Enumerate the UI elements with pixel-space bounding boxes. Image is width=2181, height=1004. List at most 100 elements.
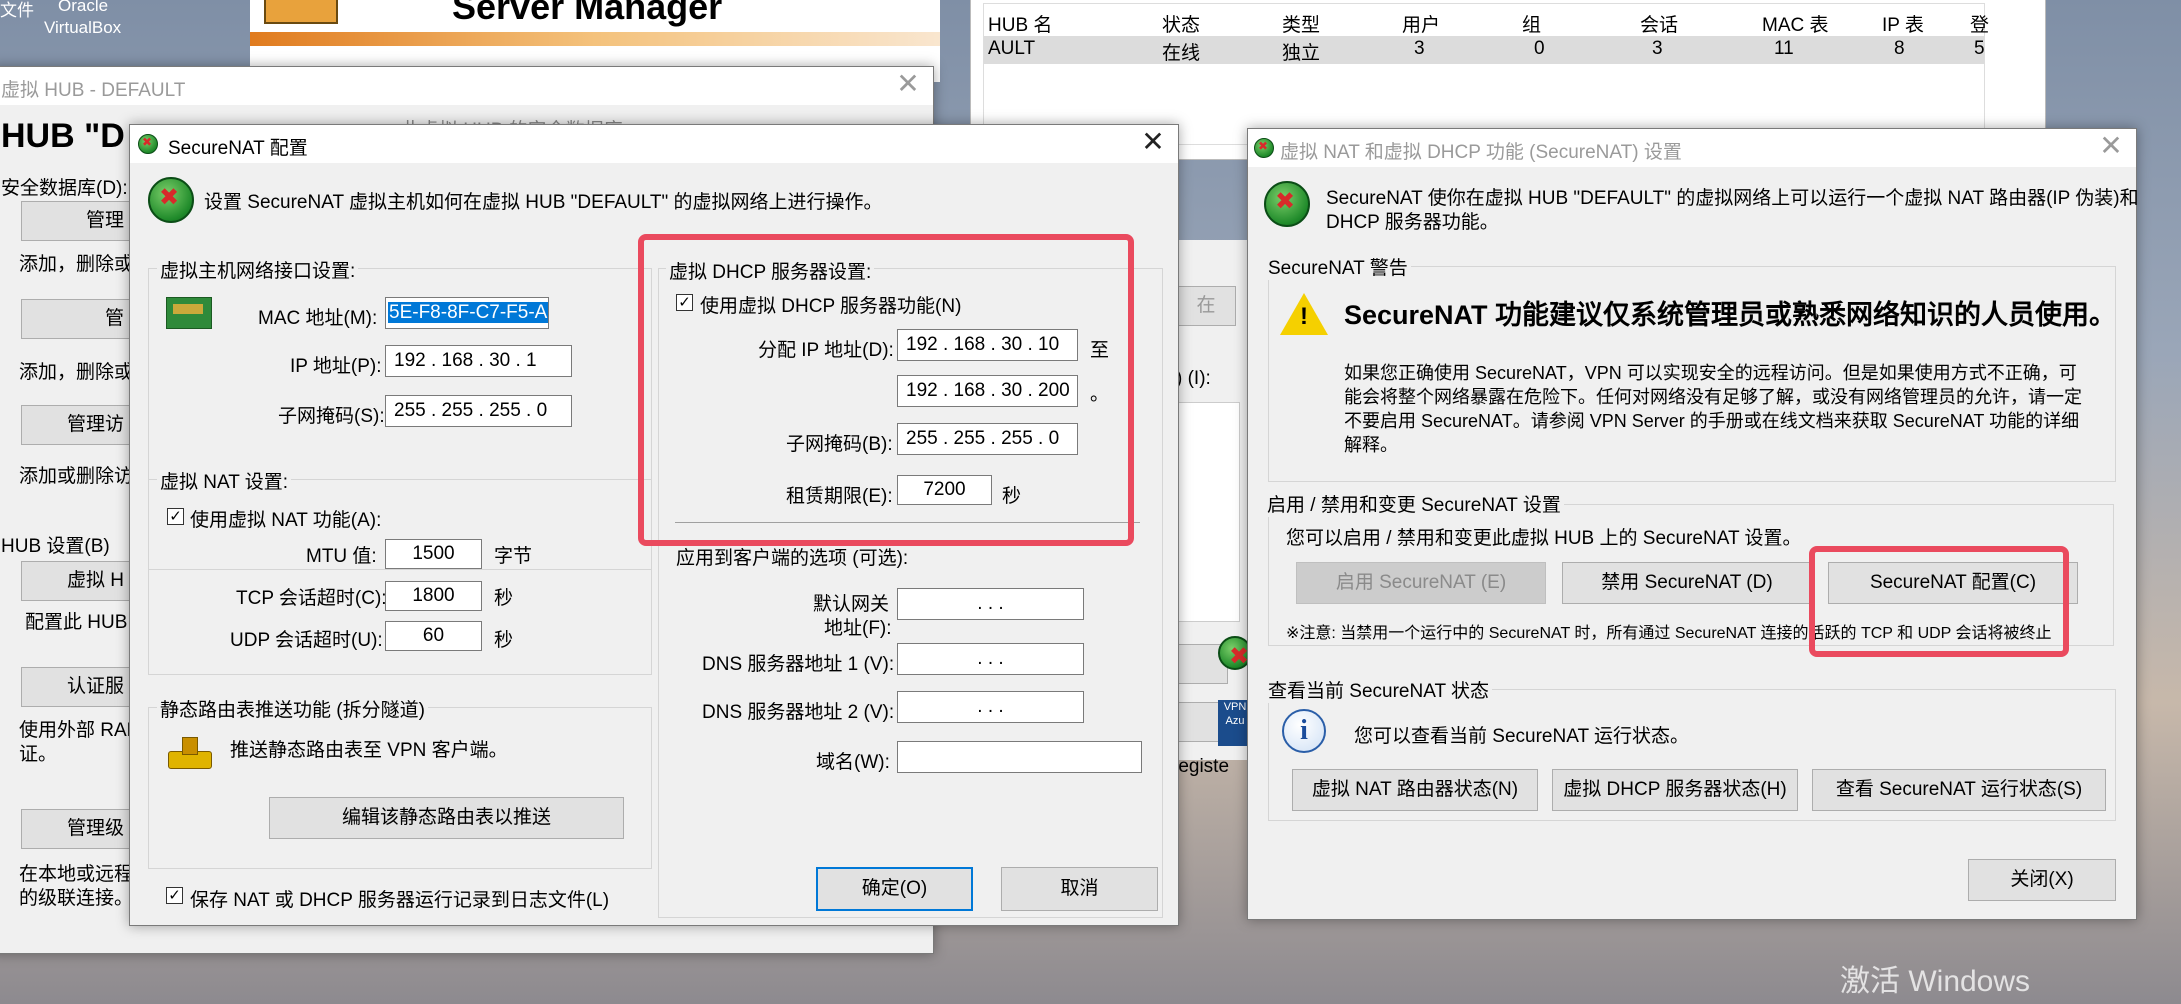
udp-timeout-field[interactable]: 60 (385, 621, 482, 651)
manage-users-desc: 添加，删除或 (19, 254, 134, 275)
manage-access-button[interactable]: 管理访 (21, 405, 131, 445)
securenat-status-desc: 您可以查看当前 SecureNAT 运行状态。 (1354, 726, 1690, 747)
domain-label: 域名(W): (816, 752, 890, 773)
nat-router-status-button[interactable]: 虚拟 NAT 路由器状态(N) (1292, 769, 1538, 811)
mtu-field[interactable]: 1500 (385, 539, 482, 569)
hub-properties-desc: 配置此 HUB (25, 612, 128, 633)
column-header[interactable]: 会话 (1640, 10, 1678, 37)
column-header[interactable]: 组 (1522, 10, 1541, 37)
cascade-desc-2: 的级联连接。 (19, 888, 134, 909)
cancel-button[interactable]: 取消 (1001, 867, 1158, 911)
dns1-field[interactable]: . . . (897, 643, 1084, 675)
server-manager-logo-icon (264, 0, 338, 24)
background-manager-window: 在 ) (I): (1176, 240, 1248, 760)
auth-server-desc-2: 证。 (19, 744, 58, 765)
column-header[interactable]: IP 表 (1882, 10, 1924, 37)
close-button[interactable]: 关闭(X) (1968, 859, 2116, 901)
dns1-label: DNS 服务器地址 1 (V): (702, 654, 895, 675)
warning-text-line-4: 解释。 (1344, 435, 1398, 455)
static-route-group: 静态路由表推送功能 (拆分隧道) (148, 695, 652, 869)
tcp-timeout-field[interactable]: 1800 (385, 581, 482, 611)
securenat-control-desc: 您可以启用 / 禁用和变更此虚拟 HUB 上的 SecureNAT 设置。 (1286, 528, 1802, 549)
column-header[interactable]: HUB 名 (988, 10, 1052, 37)
use-nat-label: 使用虚拟 NAT 功能(A): (190, 510, 382, 531)
securenat-run-status-button[interactable]: 查看 SecureNAT 运行状态(S) (1812, 769, 2106, 811)
securenat-status-group-label: 查看当前 SecureNAT 状态 (1265, 676, 1493, 703)
auth-server-desc: 使用外部 RAD (19, 720, 141, 741)
ip-address-field[interactable]: 192 . 168 . 30 . 1 (385, 345, 572, 377)
manage-users-button[interactable]: 管理 (21, 201, 131, 241)
virtual-hub-title: 虚拟 HUB - DEFAULT (1, 80, 186, 101)
desktop-icon-label-virtualbox[interactable]: VirtualBox (44, 18, 121, 38)
enable-securenat-button[interactable]: 启用 SecureNAT (E) (1296, 562, 1546, 604)
edit-static-route-button[interactable]: 编辑该静态路由表以推送 (269, 797, 624, 839)
securenat-settings-router-icon (1264, 181, 1310, 227)
static-route-group-label: 静态路由表推送功能 (拆分隧道) (157, 695, 428, 722)
client-options-label: 应用到客户端的选项 (可选): (676, 548, 909, 569)
securenat-intro-line-1: SecureNAT 使你在虚拟 HUB "DEFAULT" 的虚拟网络上可以运行… (1326, 188, 2139, 209)
table-cell: 8 (1894, 38, 1905, 59)
warning-icon-mark: ! (1300, 303, 1308, 330)
gateway-field[interactable]: . . . (897, 588, 1084, 620)
manage-groups-desc: 添加，删除或 (19, 362, 134, 383)
manage-access-desc: 添加或删除访 (19, 466, 134, 487)
column-header[interactable]: 状态 (1162, 10, 1200, 37)
save-log-label: 保存 NAT 或 DHCP 服务器运行记录到日志文件(L) (190, 890, 610, 911)
securenat-router-icon (148, 177, 194, 223)
config-button-highlight-box (1809, 546, 2069, 657)
hub-properties-button[interactable]: 虚拟 H (21, 561, 131, 601)
securenat-settings-title: 虚拟 NAT 和虚拟 DHCP 功能 (SecureNAT) 设置 (1280, 142, 1682, 163)
securenat-config-title: SecureNAT 配置 (168, 138, 308, 159)
virtual-hub-close-icon[interactable]: ✕ (893, 69, 923, 99)
ok-button[interactable]: 确定(O) (816, 867, 973, 911)
hub-settings-label: HUB 设置(B) (1, 536, 110, 557)
securenat-config-header: 设置 SecureNAT 虚拟主机如何在虚拟 HUB "DEFAULT" 的虚拟… (204, 192, 883, 213)
background-label: ) (I): (1176, 368, 1211, 389)
ip-address-label: IP 地址(P): (290, 356, 382, 377)
auth-server-button[interactable]: 认证服 (21, 667, 131, 707)
table-cell: 3 (1414, 38, 1425, 59)
table-cell: 5 (1974, 38, 1985, 59)
use-nat-checkbox[interactable]: ✓ (167, 508, 184, 525)
table-row-selected[interactable] (984, 36, 1984, 64)
securenat-settings-dialog: 虚拟 NAT 和虚拟 DHCP 功能 (SecureNAT) 设置 ✕ Secu… (1247, 128, 2139, 920)
warning-text-line-2: 能会将整个网络暴露在危险下。任何对网络没有足够了解，或没有网络管理员的允许，请一… (1344, 387, 2082, 407)
manage-groups-button[interactable]: 管 (21, 299, 131, 339)
column-header[interactable]: 登 (1970, 10, 1989, 37)
mac-address-field[interactable]: 5E-F8-8F-C7-F5-A3 (385, 297, 549, 329)
cascade-button[interactable]: 管理级 (21, 809, 131, 849)
server-manager-title: Server Manager (452, 0, 723, 27)
info-icon: i (1282, 709, 1326, 753)
network-card-icon (166, 297, 212, 329)
background-label: registe (1172, 756, 1230, 777)
warning-heading: SecureNAT 功能建议仅系统管理员或熟悉网络知识的人员使用。 (1344, 300, 2117, 330)
background-button: 在 (1176, 286, 1236, 326)
domain-field[interactable] (897, 741, 1142, 773)
warning-text-line-1: 如果您正确使用 SecureNAT，VPN 可以实现安全的远程访问。但是如果使用… (1344, 363, 2077, 383)
table-cell: 3 (1652, 38, 1663, 59)
subnet-mask-field[interactable]: 255 . 255 . 255 . 0 (385, 395, 572, 427)
mtu-label: MTU 值: (306, 546, 377, 567)
gateway-label-1: 默认网关 (813, 594, 890, 615)
background-list (1176, 402, 1240, 622)
mtu-unit: 字节 (494, 546, 533, 567)
tcp-timeout-unit: 秒 (494, 588, 514, 609)
column-header[interactable]: MAC 表 (1762, 10, 1829, 37)
save-log-checkbox[interactable]: ✓ (166, 887, 183, 904)
dns2-field[interactable]: . . . (897, 691, 1084, 723)
table-cell: 在线 (1162, 43, 1201, 64)
virtual-hub-heading: HUB "D (1, 117, 125, 155)
desktop-icon-label-oracle[interactable]: Oracle (58, 0, 108, 16)
cascade-desc: 在本地或远程 (19, 864, 134, 885)
securenat-settings-title-icon (1254, 138, 1274, 158)
column-header[interactable]: 类型 (1282, 10, 1320, 37)
securenat-warning-group-label: SecureNAT 警告 (1265, 253, 1411, 280)
mac-address-selected-text: 5E-F8-8F-C7-F5-A3 (388, 302, 548, 323)
column-header[interactable]: 用户 (1402, 10, 1440, 37)
desktop-icon-label-files[interactable]: 文件 (0, 0, 34, 21)
securenat-config-close-icon[interactable]: ✕ (1138, 127, 1168, 157)
securenat-settings-close-icon[interactable]: ✕ (2096, 131, 2126, 161)
dhcp-server-status-button[interactable]: 虚拟 DHCP 服务器状态(H) (1552, 769, 1798, 811)
dns2-label: DNS 服务器地址 2 (V): (702, 702, 895, 723)
disable-securenat-button[interactable]: 禁用 SecureNAT (D) (1562, 562, 1812, 604)
